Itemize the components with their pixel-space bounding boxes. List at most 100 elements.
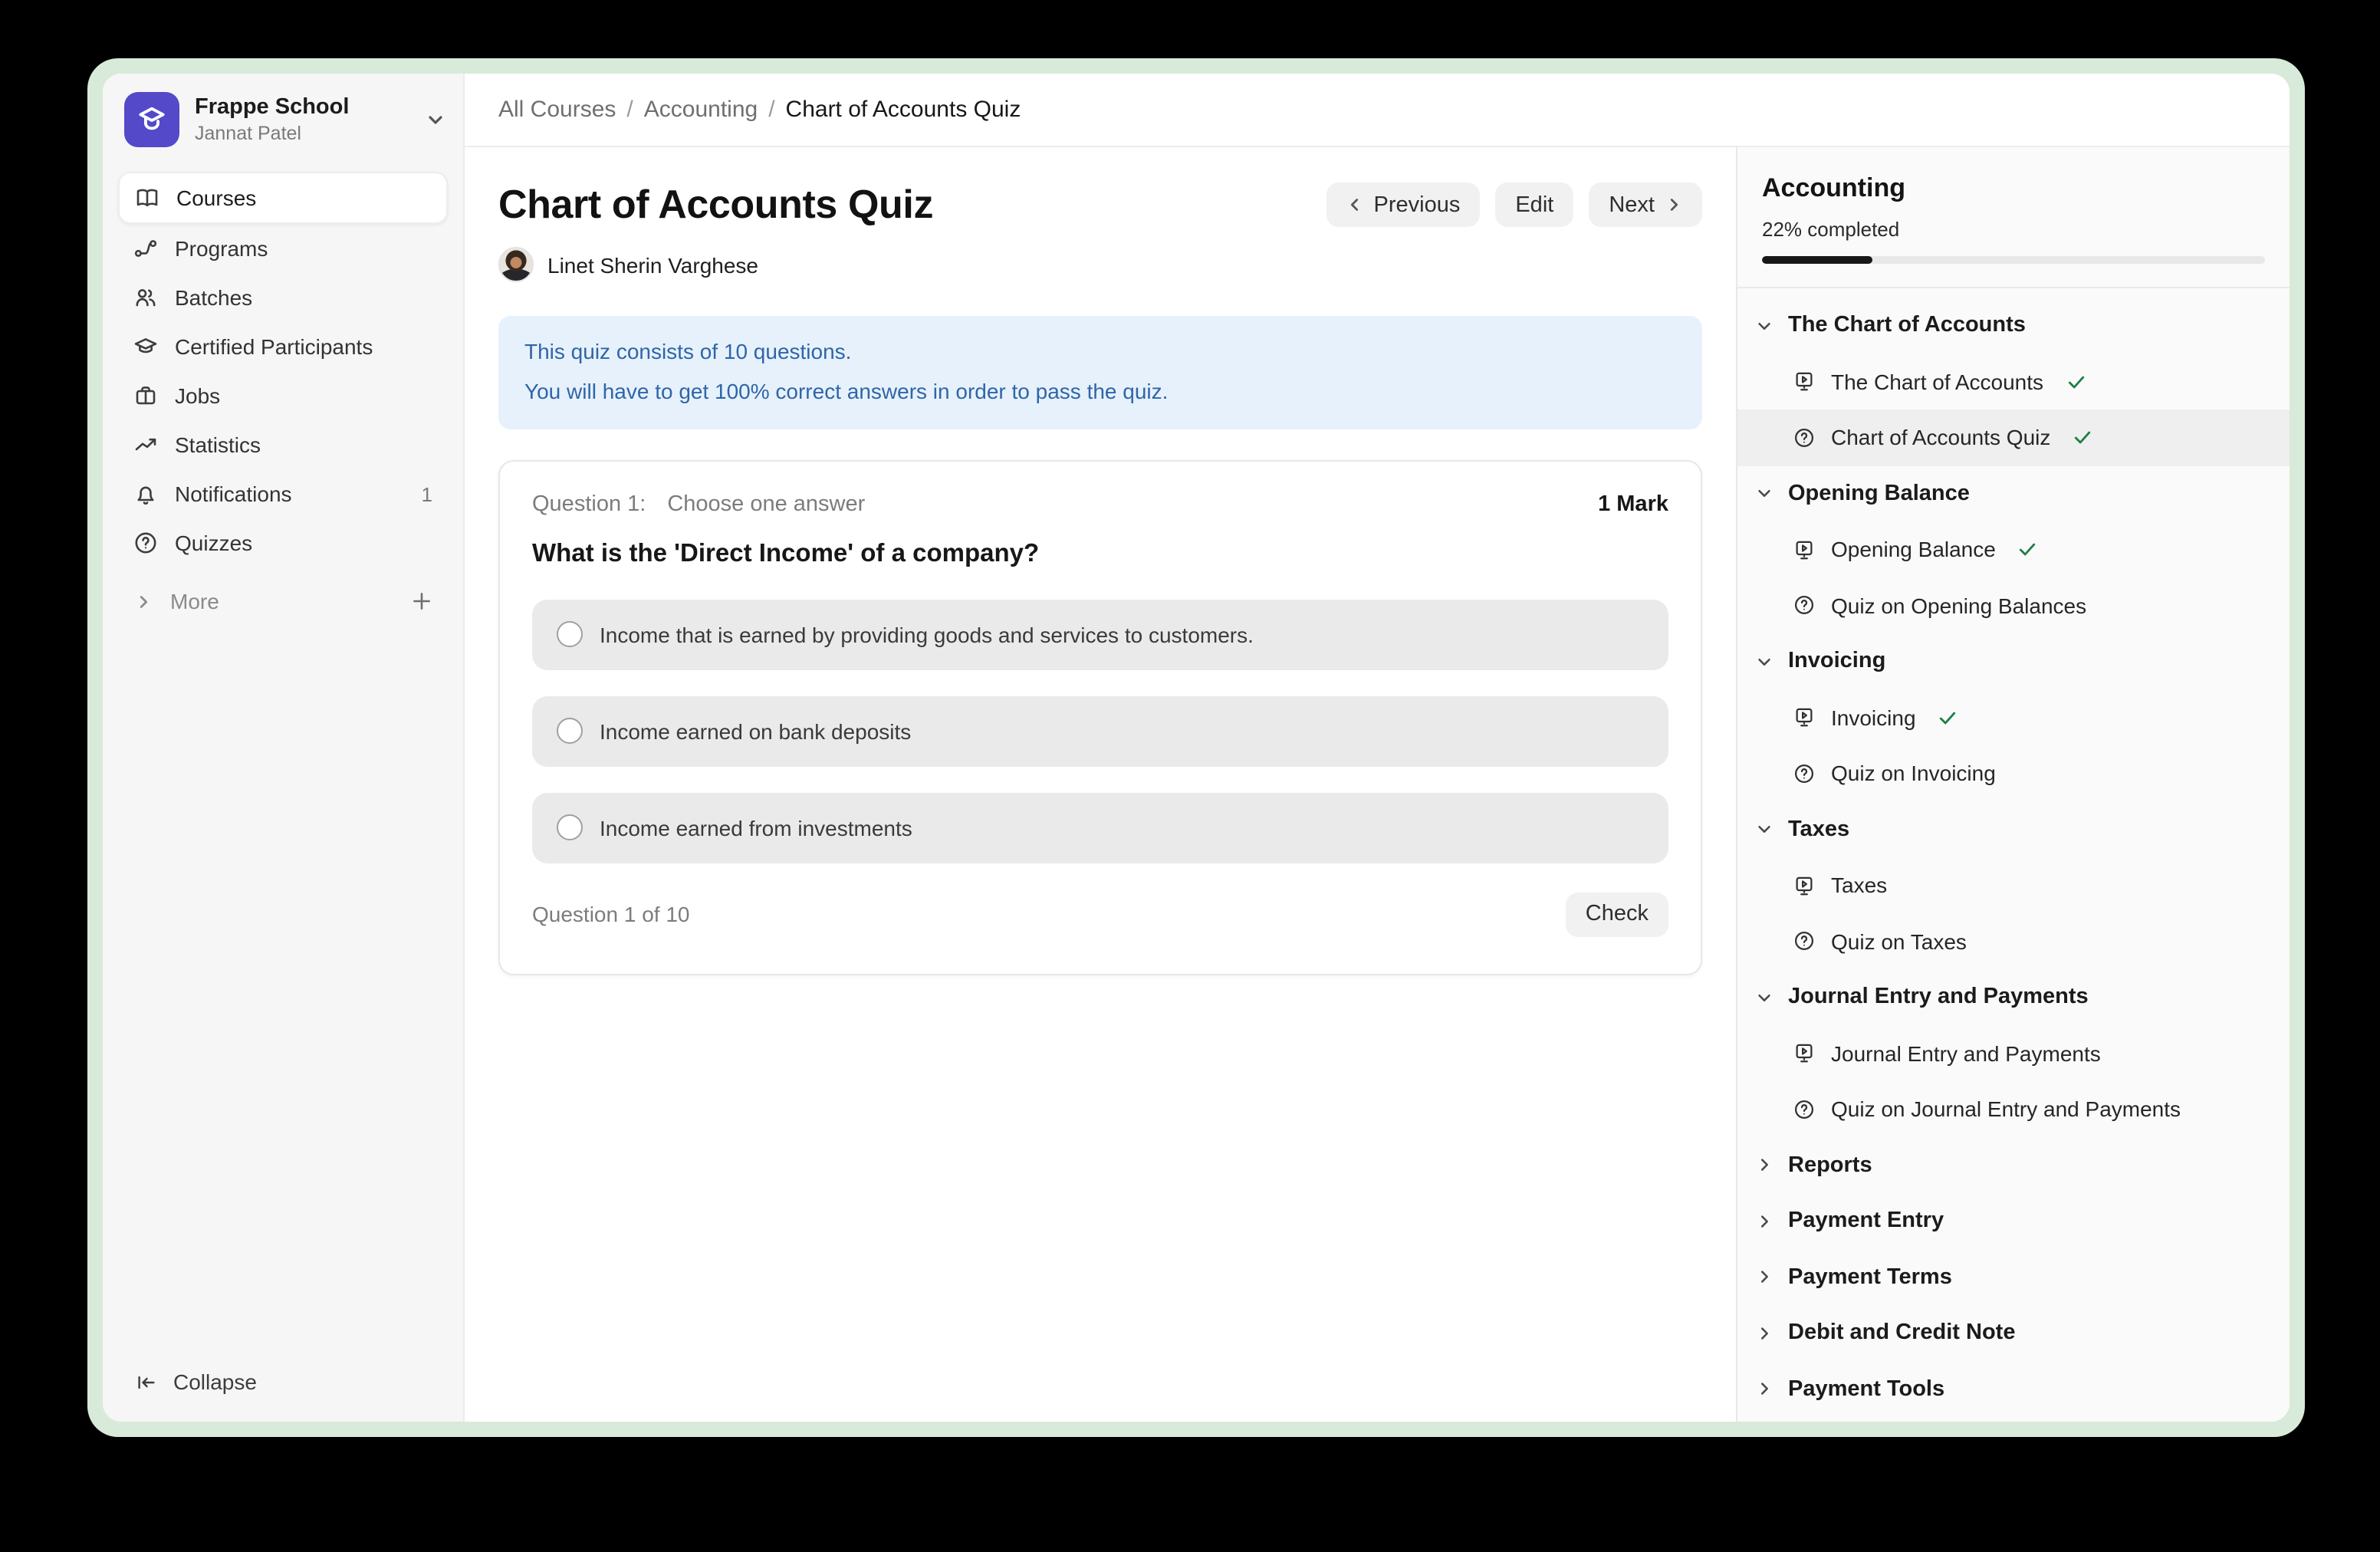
answer-option-1[interactable]: Income that is earned by providing goods… [532,600,1668,670]
question-progress: Question 1 of 10 [532,903,690,927]
question-card: Question 1: Choose one answer 1 Mark Wha… [498,460,1702,975]
bell-icon [133,482,158,506]
sidebar-item-label: Programs [175,236,268,261]
author-avatar [498,247,534,282]
quiz-icon [1793,594,1816,617]
previous-button[interactable]: Previous [1326,182,1481,227]
outline-lesson[interactable]: Quiz on Invoicing [1737,745,2290,801]
completed-check-icon [2017,539,2039,561]
answer-option-label: Income earned from investments [600,816,912,840]
chevron-down-icon [1756,821,1773,838]
sidebar-item-quizzes[interactable]: Quizzes [118,518,448,567]
window-frame: Frappe School Jannat Patel Courses Progr… [87,58,2305,1437]
workspace-name: Frappe School [195,95,411,120]
breadcrumb-all-courses[interactable]: All Courses [498,97,616,123]
chevron-right-icon [1756,1157,1773,1174]
completed-check-icon [1938,707,1959,728]
sidebar-item-label: Statistics [175,432,261,457]
chevron-right-icon [1756,1213,1773,1230]
answer-option-2[interactable]: Income earned on bank deposits [532,696,1668,767]
outline-lesson[interactable]: Opening Balance [1737,521,2290,577]
course-title: Accounting [1762,173,2265,204]
outline-lesson-current[interactable]: Chart of Accounts Quiz [1737,409,2290,465]
sidebar-item-label: Courses [176,186,256,210]
quiz-icon [1793,762,1816,785]
course-outline-list: The Chart of Accounts The Chart of Accou… [1737,288,2290,1417]
author-row: Linet Sherin Varghese [498,247,1702,282]
outline-lesson[interactable]: The Chart of Accounts [1737,353,2290,409]
radio-button[interactable] [557,815,583,841]
sidebar-item-courses[interactable]: Courses [118,172,448,224]
outline-lesson[interactable]: Taxes [1737,857,2290,913]
sidebar-item-jobs[interactable]: Jobs [118,371,448,420]
breadcrumb-separator: / [768,97,774,123]
outline-section-taxes[interactable]: Taxes [1737,801,2290,857]
video-lesson-icon [1793,874,1816,897]
course-progress-fill [1762,256,1872,264]
outline-section-invoicing[interactable]: Invoicing [1737,633,2290,689]
page-title: Chart of Accounts Quiz [498,181,933,229]
completed-check-icon [2065,371,2086,393]
chevron-down-icon [1756,485,1773,502]
outline-lesson[interactable]: Quiz on Opening Balances [1737,577,2290,633]
video-lesson-icon [1793,370,1816,393]
sidebar-item-label: Certified Participants [175,334,373,359]
chevron-left-icon [1346,196,1363,213]
outline-section-payment-terms[interactable]: Payment Terms [1737,1249,2290,1305]
workspace-switcher[interactable]: Frappe School Jannat Patel [103,74,463,163]
answer-option-label: Income that is earned by providing goods… [600,623,1254,647]
next-button[interactable]: Next [1589,182,1702,227]
quiz-icon [1793,426,1816,449]
outline-lesson[interactable]: Journal Entry and Payments [1737,1025,2290,1081]
breadcrumb-accounting[interactable]: Accounting [644,97,758,123]
quiz-icon [1793,930,1816,953]
outline-lesson[interactable]: Quiz on Taxes [1737,913,2290,969]
breadcrumb-current: Chart of Accounts Quiz [786,97,1021,123]
outline-section-opening-balance[interactable]: Opening Balance [1737,465,2290,521]
author-name: Linet Sherin Varghese [547,252,758,277]
chevron-down-icon [426,110,445,129]
answer-option-3[interactable]: Income earned from investments [532,793,1668,863]
sidebar-item-programs[interactable]: Programs [118,224,448,273]
sidebar-more[interactable]: More [103,567,463,613]
course-outline-panel: Accounting 22% completed The Chart of Ac… [1736,147,2290,1422]
outline-section-payment-tools[interactable]: Payment Tools [1737,1361,2290,1417]
outline-section-journal-entry[interactable]: Journal Entry and Payments [1737,969,2290,1025]
outline-section-payment-entry[interactable]: Payment Entry [1737,1193,2290,1249]
trending-up-icon [133,432,158,457]
chevron-down-icon [1756,653,1773,670]
radio-button[interactable] [557,718,583,745]
chevron-down-icon [1756,317,1773,334]
video-lesson-icon [1793,1042,1816,1065]
outline-section-debit-credit-note[interactable]: Debit and Credit Note [1737,1305,2290,1361]
chevron-right-icon [1756,1381,1773,1398]
question-instruction: Choose one answer [667,492,865,517]
answer-options: Income that is earned by providing goods… [532,600,1668,863]
course-outline-header: Accounting 22% completed [1737,147,2290,288]
collapse-sidebar-button[interactable]: Collapse [103,1370,463,1422]
outline-lesson[interactable]: Invoicing [1737,689,2290,745]
sidebar-item-certified-participants[interactable]: Certified Participants [118,322,448,371]
sidebar-nav: Courses Programs Batches Certified Parti… [103,163,463,567]
sidebar-item-batches[interactable]: Batches [118,273,448,322]
edit-button[interactable]: Edit [1495,182,1573,227]
check-button[interactable]: Check [1566,893,1668,937]
sidebar-item-statistics[interactable]: Statistics [118,420,448,469]
outline-section-chart-of-accounts[interactable]: The Chart of Accounts [1737,298,2290,353]
question-text: What is the 'Direct Income' of a company… [532,540,1668,569]
quiz-icon [1793,1098,1816,1121]
sidebar-item-notifications[interactable]: Notifications 1 [118,469,448,518]
sidebar-item-label: Batches [175,285,252,310]
more-label: More [170,589,219,613]
outline-section-reports[interactable]: Reports [1737,1137,2290,1193]
collapse-label: Collapse [173,1370,257,1394]
notifications-count-badge: 1 [422,482,432,505]
sidebar-item-label: Notifications [175,482,292,506]
outline-lesson[interactable]: Quiz on Journal Entry and Payments [1737,1081,2290,1137]
course-completion-text: 22% completed [1762,218,2265,241]
plus-icon[interactable] [411,590,432,612]
flow-icon [133,236,158,261]
briefcase-icon [133,383,158,408]
radio-button[interactable] [557,622,583,648]
notice-line-1: This quiz consists of 10 questions. [524,333,1676,373]
